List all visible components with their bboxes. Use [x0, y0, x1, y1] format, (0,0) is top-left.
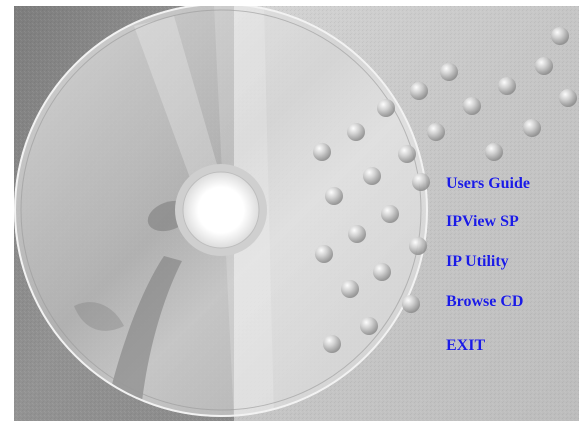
- menu-item-ip-utility[interactable]: IP Utility: [446, 252, 509, 272]
- menu-item-exit[interactable]: EXIT: [446, 336, 485, 356]
- menu-item-browse-cd[interactable]: Browse CD: [446, 292, 523, 312]
- menu-item-ipview-sp[interactable]: IPView SP: [446, 212, 519, 232]
- menu-item-users-guide[interactable]: Users Guide: [446, 174, 530, 194]
- autorun-menu: Users Guide IPView SP IP Utility Browse …: [446, 6, 576, 421]
- autorun-window: Users Guide IPView SP IP Utility Browse …: [14, 6, 579, 421]
